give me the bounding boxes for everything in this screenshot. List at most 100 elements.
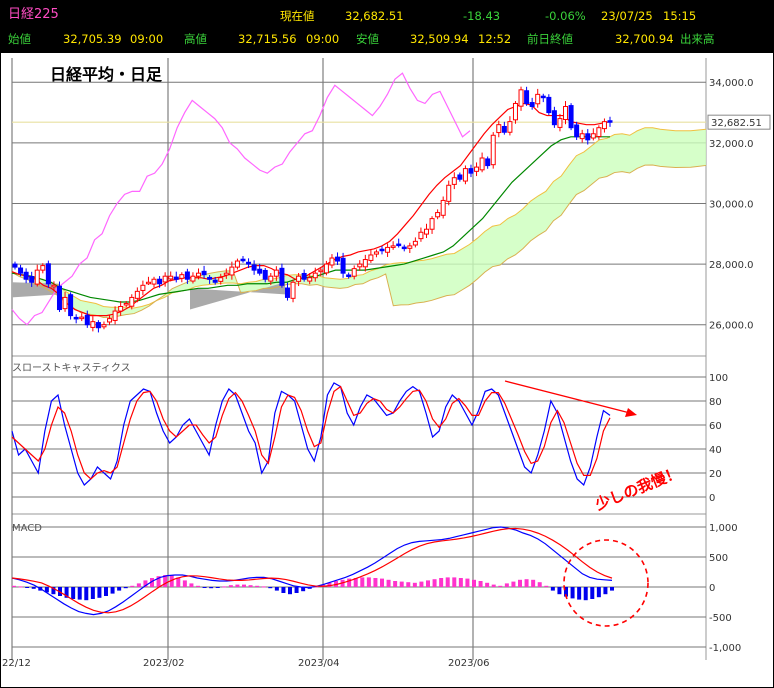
- macd-histogram-bar: [465, 578, 470, 587]
- macd-tick-label: 1,000: [709, 523, 738, 534]
- candle-body: [357, 263, 363, 268]
- macd-histogram-bar: [136, 583, 141, 587]
- macd-histogram-bar: [84, 587, 89, 601]
- candle-body: [418, 231, 424, 240]
- candle-body: [563, 105, 569, 121]
- macd-histogram-bar: [478, 581, 483, 587]
- stoch-panel-title: スローストキャスティクス: [12, 362, 131, 374]
- candle-body: [468, 168, 474, 174]
- macd-histogram-bar: [130, 585, 135, 587]
- macd-histogram-bar: [261, 586, 266, 588]
- macd-histogram-bar: [485, 582, 490, 587]
- macd-histogram-bar: [557, 587, 562, 595]
- price-tick-label: 30,000.0: [709, 199, 754, 210]
- candle-body: [607, 120, 613, 123]
- annotation-text: 少しの我慢！: [592, 463, 683, 514]
- candle-body: [457, 174, 463, 180]
- candle-body: [346, 274, 352, 277]
- candle-body: [240, 258, 246, 262]
- stoch-tick-label: 40: [709, 445, 722, 456]
- macd-histogram-bar: [406, 582, 411, 587]
- candle-body: [157, 278, 163, 285]
- candle-body: [207, 276, 213, 280]
- candle-body: [18, 267, 24, 274]
- candle-body: [435, 212, 441, 218]
- candle-body: [496, 124, 502, 134]
- macd-histogram-bar: [71, 587, 76, 599]
- macd-histogram-bar: [439, 578, 444, 587]
- candle-body: [362, 259, 368, 268]
- candle-body: [407, 245, 413, 249]
- candle-body: [84, 314, 90, 326]
- candle-body: [168, 275, 174, 280]
- macd-histogram-bar: [288, 587, 292, 595]
- candle-body: [257, 268, 263, 274]
- macd-histogram-bar: [222, 586, 227, 588]
- candle-body: [474, 166, 480, 172]
- macd-histogram-bar: [399, 581, 404, 587]
- macd-panel-title: MACD: [12, 523, 42, 534]
- candle-body: [90, 321, 96, 328]
- macd-histogram-bar: [531, 579, 536, 587]
- candle-body: [34, 269, 40, 285]
- macd-histogram-bar: [498, 585, 503, 587]
- macd-histogram-bar: [393, 581, 398, 587]
- macd-histogram-bar: [386, 579, 391, 587]
- stoch-tick-label: 60: [709, 421, 722, 432]
- macd-histogram-bar: [570, 587, 575, 599]
- macd-histogram-bar: [248, 585, 253, 587]
- macd-histogram-bar: [577, 587, 582, 600]
- candle-body: [446, 184, 452, 202]
- candle-body: [451, 177, 457, 185]
- candle-body: [173, 276, 179, 280]
- macd-histogram-bar: [215, 587, 220, 588]
- candle-body: [151, 278, 157, 285]
- candle-body: [535, 93, 541, 105]
- macd-histogram-bar: [202, 587, 207, 588]
- candle-body: [296, 275, 302, 282]
- candle-body: [12, 263, 18, 268]
- x-tick-label: 22/12: [2, 658, 31, 669]
- stoch-tick-label: 20: [709, 469, 722, 480]
- macd-tick-label: 0: [709, 583, 715, 594]
- macd-histogram-bar: [182, 580, 187, 587]
- candle-body: [335, 256, 341, 262]
- macd-histogram-bar: [419, 581, 424, 587]
- candle-body: [284, 287, 290, 298]
- candle-body: [307, 277, 313, 282]
- candle-body: [490, 134, 496, 166]
- candle-body: [529, 102, 535, 107]
- candle-body: [51, 284, 57, 288]
- candle-body: [273, 269, 279, 277]
- candle-body: [229, 266, 235, 276]
- stochastics-panel: [11, 382, 611, 487]
- candle-body: [268, 275, 274, 282]
- candle-body: [290, 281, 296, 299]
- macd-histogram-bar: [590, 587, 595, 599]
- candle-body: [218, 277, 224, 282]
- macd-histogram-bar: [537, 582, 542, 587]
- candle-body: [29, 276, 35, 283]
- candle-body: [190, 275, 196, 282]
- candle-body: [596, 127, 602, 137]
- candle-body: [101, 324, 107, 328]
- candle-body: [429, 218, 435, 230]
- macd-histogram-bar: [31, 587, 36, 589]
- candle-body: [23, 271, 29, 280]
- candle-body: [68, 294, 74, 317]
- candle-body: [551, 110, 557, 126]
- price-tick-label: 26,000.0: [709, 321, 754, 332]
- last-price-label: 32,682.51: [711, 118, 762, 129]
- macd-histogram-bar: [294, 587, 299, 593]
- macd-tick-label: 500: [709, 553, 728, 564]
- macd-histogram-bar: [426, 580, 430, 587]
- candle-body: [179, 274, 185, 279]
- candle-body: [312, 272, 318, 279]
- candle-body: [396, 243, 402, 247]
- candle-body: [95, 322, 101, 329]
- candle-body: [40, 265, 46, 271]
- macd-histogram-bar: [274, 587, 279, 591]
- candle-body: [196, 272, 202, 277]
- macd-histogram-bar: [504, 583, 509, 587]
- macd-histogram-bar: [255, 585, 260, 587]
